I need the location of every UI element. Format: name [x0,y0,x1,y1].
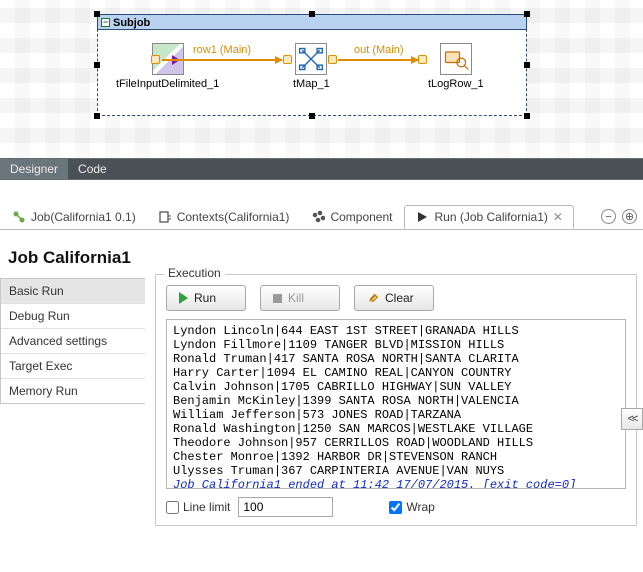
port-in[interactable] [418,55,427,64]
button-label: Kill [288,291,304,305]
run-icon [415,210,429,224]
sidebar-item-advanced-settings[interactable]: Advanced settings [1,329,145,354]
component-icon [311,210,325,224]
close-icon[interactable]: ✕ [553,210,563,224]
node-label: tMap_1 [293,78,330,90]
run-side-list: Basic Run Debug Run Advanced settings Ta… [0,278,145,404]
execution-legend: Execution [164,266,225,280]
canvas-tabbar: Designer Code [0,158,643,180]
tab-run[interactable]: Run (Job California1) ✕ [404,205,573,229]
sidebar-item-debug-run[interactable]: Debug Run [1,304,145,329]
run-panel: Job California1 Basic Run Debug Run Adva… [0,230,643,572]
subjob-title-text: Subjob [113,17,150,29]
execution-group: Execution Run Kill Clear Lyndon Linco [155,274,637,526]
sidebar-item-memory-run[interactable]: Memory Run [1,379,145,403]
node-label: tLogRow_1 [428,78,484,90]
collapse-icon[interactable]: − [101,18,110,27]
resize-handle[interactable] [94,62,100,68]
resize-handle[interactable] [524,11,530,17]
flow-label: row1 (Main) [193,44,251,56]
resize-handle[interactable] [309,11,315,17]
sidebar-item-basic-run[interactable]: Basic Run [1,279,145,304]
tmap-icon [295,43,327,75]
resize-handle[interactable] [524,113,530,119]
job-icon [12,210,26,224]
tab-job[interactable]: Job(California1 0.1) [2,206,146,228]
tab-component[interactable]: Component [301,206,402,228]
maximize-button[interactable]: ⊕ [622,209,637,224]
subjob-frame[interactable]: − Subjob tFileInputDelimited_1 tMap_1 [97,14,527,116]
linelimit-checkbox[interactable]: Line limit [166,500,230,514]
tab-designer[interactable]: Designer [0,159,68,179]
design-canvas[interactable]: − Subjob tFileInputDelimited_1 tMap_1 [0,0,643,158]
run-button[interactable]: Run [166,285,246,311]
tab-code[interactable]: Code [68,159,117,179]
tab-label: Run (Job California1) [434,210,547,224]
button-label: Run [194,291,216,305]
minimize-button[interactable]: − [601,209,616,224]
tab-label: Component [330,210,392,224]
resize-handle[interactable] [94,11,100,17]
port-out[interactable] [328,55,337,64]
sidebar-item-target-exec[interactable]: Target Exec [1,354,145,379]
panel-tabbar: Job(California1 0.1) Contexts(California… [0,204,643,230]
stop-icon [273,294,282,303]
node-tmap[interactable]: tMap_1 [293,43,330,90]
linelimit-label: Line limit [183,500,230,514]
tlogrow-icon [440,43,472,75]
clear-button[interactable]: Clear [354,285,434,311]
tab-label: Job(California1 0.1) [31,210,136,224]
kill-button[interactable]: Kill [260,285,340,311]
wrap-label: Wrap [406,500,434,514]
port-out[interactable] [151,55,160,64]
tab-label: Contexts(California1) [177,210,290,224]
tab-contexts[interactable]: Contexts(California1) [148,206,300,228]
flow-row1[interactable] [162,59,282,61]
wrap-checkbox[interactable]: Wrap [389,500,434,514]
linelimit-check-input[interactable] [166,501,179,514]
scroll-left-button[interactable]: << [621,408,643,430]
resize-handle[interactable] [309,113,315,119]
flow-label: out (Main) [354,44,404,56]
flow-out[interactable] [338,59,418,61]
port-in[interactable] [283,55,292,64]
node-label: tFileInputDelimited_1 [116,78,219,90]
console-output[interactable]: Lyndon Lincoln|644 EAST 1ST STREET|GRANA… [166,319,626,489]
page-title: Job California1 [0,230,145,278]
wrap-check-input[interactable] [389,501,402,514]
linelimit-input[interactable] [238,497,333,517]
clear-icon [367,292,379,304]
contexts-icon [158,210,172,224]
node-tlogrow[interactable]: tLogRow_1 [428,43,484,90]
resize-handle[interactable] [94,113,100,119]
resize-handle[interactable] [524,62,530,68]
button-label: Clear [385,291,414,305]
play-icon [179,292,188,304]
